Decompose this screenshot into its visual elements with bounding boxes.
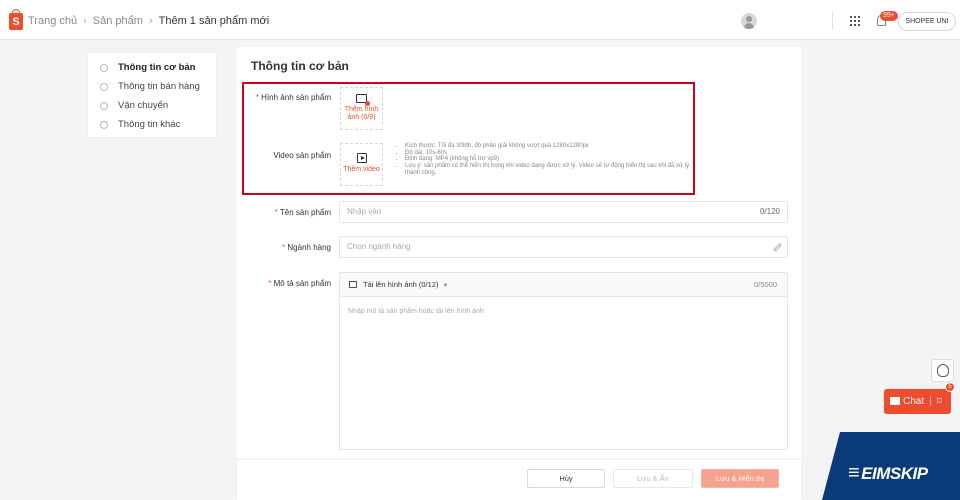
- product-name-input[interactable]: Nhập vào 0/120: [339, 201, 788, 223]
- avatar[interactable]: [741, 13, 757, 29]
- top-bar: S Trang chủ › Sản phẩm › Thêm 1 sản phẩm mới…: [0, 0, 960, 40]
- apps-grid-icon[interactable]: [850, 16, 860, 26]
- category-label: * Ngành hàng: [282, 243, 331, 252]
- radio-icon: [100, 82, 108, 91]
- notification-badge: 99+: [880, 11, 898, 21]
- pencil-icon: [773, 243, 782, 252]
- description-toolbar: Tải lên hình ảnh (0/12) ▼ 0/5000: [340, 273, 787, 297]
- breadcrumb-products[interactable]: Sản phẩm: [93, 15, 143, 27]
- video-rule: Lưu ý: sản phẩm có thể hiển thị trong kh…: [405, 163, 693, 176]
- upload-images-button[interactable]: Tải lên hình ảnh (0/12): [363, 280, 438, 289]
- description-label: * Mô tả sản phẩm: [268, 279, 331, 288]
- radio-icon: [100, 120, 108, 129]
- section-nav: Thông tin cơ bản Thông tin bán hàng Vận …: [87, 52, 217, 138]
- shopee-logo-icon[interactable]: S: [9, 9, 23, 30]
- save-hide-button[interactable]: Lưu & Ẩn: [613, 469, 693, 488]
- radio-icon: [100, 63, 108, 72]
- chat-label: Chat: [903, 396, 925, 407]
- category-placeholder: Chọn ngành hàng: [347, 242, 411, 251]
- product-video-label: Video sản phẩm: [273, 151, 331, 160]
- section-nav-label: Thông tin cơ bản: [118, 62, 196, 73]
- chat-badge: 5: [945, 382, 955, 392]
- add-video-icon: [356, 153, 367, 163]
- add-image-icon: [356, 94, 370, 106]
- caret-down-icon[interactable]: ▼: [442, 283, 448, 289]
- save-show-button[interactable]: Lưu & Hiển thị: [701, 469, 779, 488]
- chevron-right-icon: ›: [83, 15, 87, 27]
- description-counter: 0/5000: [754, 280, 777, 289]
- chevron-right-icon: ›: [148, 15, 153, 27]
- video-rules: Kích thước: Tối đa 30Mb, độ phân giải kh…: [397, 143, 693, 177]
- product-image-label: * Hình ảnh sản phẩm: [255, 93, 331, 102]
- section-nav-item-basic-info[interactable]: Thông tin cơ bản: [88, 58, 216, 77]
- headset-support-icon[interactable]: [931, 359, 954, 382]
- page-title: Thông tin cơ bản: [251, 59, 349, 73]
- section-nav-label: Thông tin bán hàng: [118, 81, 200, 92]
- shop-name-button[interactable]: SHOPEE UNI: [898, 12, 956, 31]
- description-textarea[interactable]: Nhập mô tả sản phẩm hoặc tải lên hình ản…: [340, 297, 787, 326]
- section-nav-label: Thông tin khác: [118, 119, 181, 130]
- add-video-button[interactable]: Thêm video: [340, 143, 383, 186]
- section-nav-item-shipping[interactable]: Vận chuyển: [88, 96, 216, 115]
- breadcrumb-current: Thêm 1 sản phẩm mới: [158, 15, 270, 27]
- image-icon: [349, 281, 357, 288]
- product-name-counter: 0/120: [759, 207, 780, 216]
- form-footer: Hủy Lưu & Ẩn Lưu & Hiển thị: [237, 459, 801, 500]
- breadcrumb: Trang chủ › Sản phẩm › Thêm 1 sản phẩm mới: [28, 15, 269, 27]
- add-image-label: Thêm hình ảnh (0/9): [344, 106, 379, 121]
- cancel-button[interactable]: Hủy: [527, 469, 605, 488]
- chat-button[interactable]: Chat | ⌑: [884, 389, 951, 414]
- basic-info-card: Thông tin cơ bản * Hình ảnh sản phẩm Thê…: [237, 47, 801, 500]
- section-nav-label: Vận chuyển: [118, 100, 169, 111]
- divider: [832, 12, 833, 30]
- description-editor[interactable]: Tải lên hình ảnh (0/12) ▼ 0/5000 Nhập mô …: [339, 272, 788, 450]
- radio-icon: [100, 101, 108, 110]
- breadcrumb-home[interactable]: Trang chủ: [28, 15, 77, 27]
- category-select[interactable]: Chọn ngành hàng: [339, 236, 788, 258]
- eimskip-logo: EIMSKIP: [848, 462, 928, 485]
- add-video-label: Thêm video: [343, 166, 380, 173]
- product-name-label: * Tên sản phẩm: [274, 208, 331, 217]
- section-nav-item-other-info[interactable]: Thông tin khác: [88, 115, 216, 134]
- product-name-placeholder: Nhập vào: [347, 207, 382, 216]
- chat-minimize-icon: ⌑: [936, 396, 942, 407]
- section-nav-item-sales-info[interactable]: Thông tin bán hàng: [88, 77, 216, 96]
- video-rule: Kích thước: Tối đa 30Mb, độ phân giải kh…: [405, 143, 693, 150]
- add-image-button[interactable]: Thêm hình ảnh (0/9): [340, 87, 383, 130]
